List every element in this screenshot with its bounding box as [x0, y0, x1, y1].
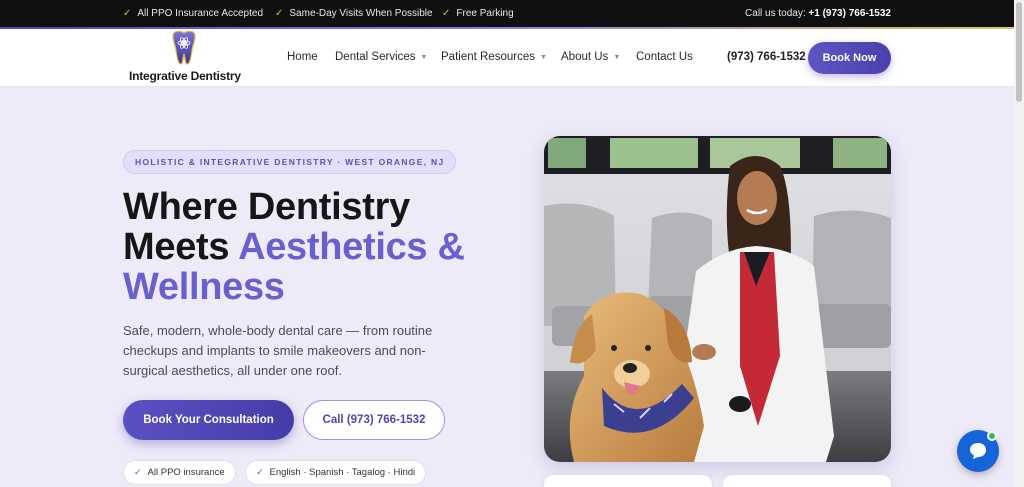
feature-chip-insurance: ✓ All PPO insurance: [123, 460, 236, 485]
main-navigation: Integrative Dentistry Home Dental Servic…: [0, 29, 1014, 87]
site-logo[interactable]: Integrative Dentistry: [129, 29, 241, 87]
online-status-indicator: [987, 431, 997, 441]
info-card: [544, 475, 712, 487]
topbar-item-label: Free Parking: [456, 8, 514, 19]
nav-item-label: Dental Services: [335, 51, 416, 63]
brand-name: Integrative Dentistry: [129, 69, 241, 83]
scrollbar-thumb[interactable]: [1016, 2, 1022, 102]
topbar-call-number[interactable]: +1 (973) 766-1532: [808, 8, 891, 19]
headline-line-2-lead: Meets: [123, 226, 239, 268]
info-card: [723, 475, 891, 487]
topbar-item-insurance: ✓ All PPO Insurance Accepted: [123, 8, 263, 19]
check-icon: ✓: [275, 8, 284, 19]
nav-item-label: Contact Us: [636, 51, 693, 63]
chevron-down-icon: ▼: [613, 53, 621, 61]
chevron-down-icon: ▼: [420, 53, 428, 61]
check-icon: ✓: [134, 467, 142, 477]
topbar-phone[interactable]: Call us today: +1 (973) 766-1532: [745, 8, 891, 19]
nav-item-patient-resources[interactable]: Patient Resources ▼: [441, 51, 547, 63]
headline-line-3: Wellness: [123, 266, 285, 308]
feature-chip-languages: ✓ English · Spanish · Tagalog · Hindi: [245, 460, 427, 485]
nav-item-contact-us[interactable]: Contact Us: [636, 51, 693, 63]
hero-eyebrow-badge: HOLISTIC & INTEGRATIVE DENTISTRY · WEST …: [123, 150, 457, 174]
nav-item-label: Home: [287, 51, 318, 63]
top-info-bar: ✓ All PPO Insurance Accepted ✓ Same-Day …: [0, 0, 1014, 29]
chevron-down-icon: ▼: [539, 53, 547, 61]
chip-label: All PPO insurance: [147, 467, 225, 478]
hero-description: Safe, modern, whole-body dental care — f…: [123, 323, 433, 378]
nav-item-label: Patient Resources: [441, 51, 535, 63]
nav-item-label: About Us: [561, 51, 609, 63]
call-phone-button[interactable]: Call (973) 766-1532: [303, 400, 445, 440]
topbar-item-same-day: ✓ Same-Day Visits When Possible: [275, 8, 433, 19]
nav-item-about-us[interactable]: About Us ▼: [561, 51, 620, 63]
dentist-with-dog-image: [544, 136, 891, 462]
topbar-item-parking: ✓ Free Parking: [442, 8, 514, 19]
headline-highlight: Aesthetics &: [238, 226, 465, 268]
topbar-item-label: All PPO Insurance Accepted: [137, 8, 264, 19]
hero-headline: Where Dentistry Meets Aesthetics & Welln…: [123, 187, 465, 307]
book-now-button[interactable]: Book Now: [808, 42, 891, 74]
nav-item-dental-services[interactable]: Dental Services ▼: [335, 51, 427, 63]
book-consultation-button[interactable]: Book Your Consultation: [123, 400, 294, 440]
chip-label: English · Spanish · Tagalog · Hindi: [269, 467, 416, 478]
nav-item-home[interactable]: Home: [287, 51, 318, 63]
headline-line-1: Where Dentistry: [123, 186, 410, 228]
hero-photo: [544, 136, 891, 462]
nav-phone-link[interactable]: (973) 766-1532: [727, 51, 806, 63]
chat-bubble-icon: [970, 443, 986, 459]
check-icon: ✓: [256, 467, 264, 477]
chat-widget-button[interactable]: [957, 430, 999, 472]
check-icon: ✓: [123, 8, 132, 19]
check-icon: ✓: [442, 8, 451, 19]
tooth-logo-icon: [172, 30, 196, 65]
topbar-item-label: Same-Day Visits When Possible: [289, 8, 433, 19]
topbar-call-label: Call us today:: [745, 8, 806, 19]
headline-line-2: Meets Aesthetics &: [123, 227, 465, 267]
page-scrollbar[interactable]: [1014, 0, 1024, 487]
